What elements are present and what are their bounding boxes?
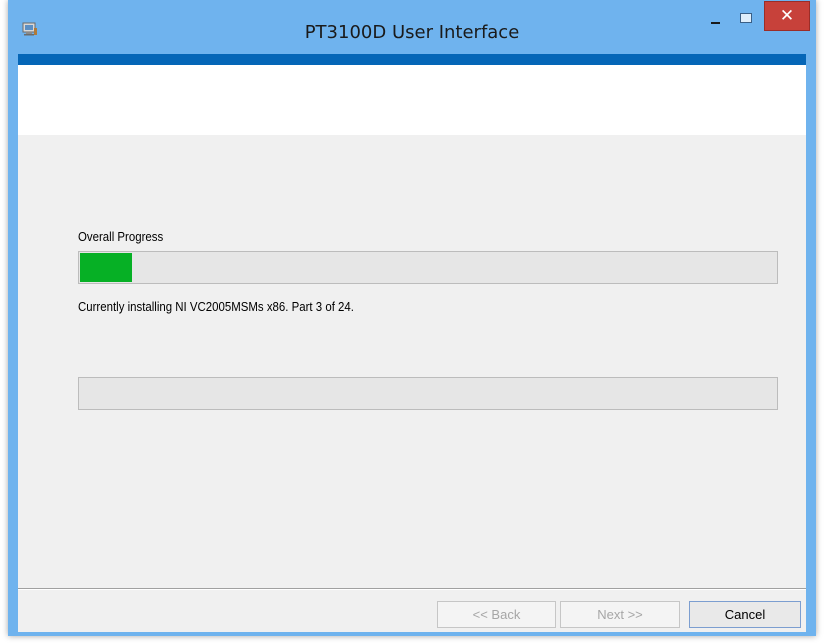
header-accent-strip (18, 54, 806, 65)
title-bar[interactable]: PT3100D User Interface ✕ (8, 0, 816, 54)
install-progress-panel: Overall Progress Currently installing NI… (18, 135, 806, 588)
close-button[interactable]: ✕ (764, 1, 810, 31)
overall-progress-fill (80, 253, 132, 282)
window-title: PT3100D User Interface (304, 22, 520, 43)
close-icon: ✕ (779, 6, 795, 25)
back-button[interactable]: << Back (437, 601, 556, 628)
overall-progress-label: Overall Progress (78, 229, 164, 244)
header-banner (18, 65, 806, 135)
wizard-footer: << Back Next >> Cancel (18, 588, 806, 633)
maximize-button[interactable] (733, 10, 759, 30)
minimize-button[interactable] (703, 10, 729, 30)
next-button[interactable]: Next >> (560, 601, 680, 628)
cancel-button[interactable]: Cancel (689, 601, 801, 628)
install-status-text: Currently installing NI VC2005MSMs x86. … (78, 299, 354, 314)
overall-progress-bar (78, 251, 778, 284)
window-bottom-border (8, 632, 816, 636)
secondary-progress-bar (78, 377, 778, 410)
installer-window: PT3100D User Interface ✕ Overall Progres… (8, 0, 816, 636)
